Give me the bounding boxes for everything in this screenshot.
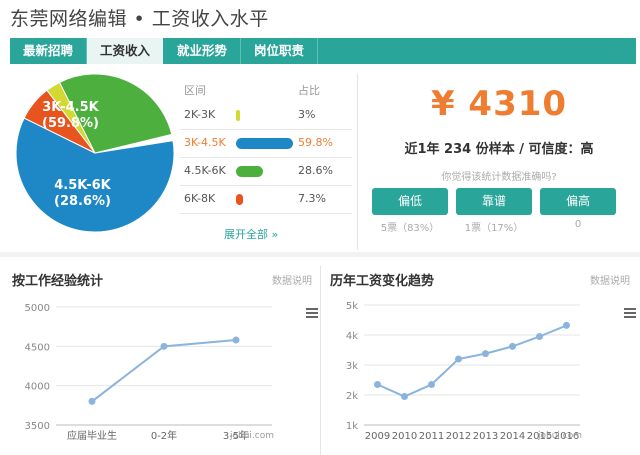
data-point <box>160 342 168 350</box>
share-value: 59.8% <box>298 136 333 149</box>
x-tick-label: 2014 <box>500 431 525 442</box>
data-point <box>374 381 381 388</box>
vote-low-button[interactable]: 偏低 <box>372 188 448 215</box>
expand-all-link[interactable]: 展开全部 » <box>224 226 278 242</box>
y-tick-label: 4500 <box>25 342 50 353</box>
dist-row-4.5k-6k: 4.5K-6K 28.6% <box>180 156 352 186</box>
dist-row-6k-8k: 6K-8K 7.3% <box>180 184 352 214</box>
vote-high-count: 0 <box>574 219 582 230</box>
range-label: 3K-4.5K <box>184 136 226 149</box>
data-point <box>482 350 489 358</box>
experience-line-chart: 3500400045005000应届毕业生 0-2年 3-5年jobui.com <box>25 303 274 442</box>
tab-employment[interactable]: 就业形势 <box>164 38 242 64</box>
dist-row-2k-3k: 2K-3K 3% <box>180 100 352 130</box>
data-point <box>428 381 435 388</box>
tab-salary[interactable]: 工资收入 <box>87 38 165 64</box>
sample-info: 近1年 234 份样本 / 可信度：高 <box>404 142 594 157</box>
range-label: 6K-8K <box>184 192 216 205</box>
vote-low-count: 5票（83%） <box>380 223 440 234</box>
share-value: 3% <box>298 108 316 121</box>
x-tick-label: 2011 <box>419 431 444 442</box>
share-bar <box>236 138 293 149</box>
dist-row-3k-4.5k: 3K-4.5K 59.8% <box>180 128 352 158</box>
pie-label-4.5k-6k: 4.5K-6K <box>54 178 111 193</box>
pie-label-3k-4.5k: 3K-4.5K <box>42 100 99 115</box>
share-bar <box>236 194 243 205</box>
trend-chart-title: 历年工资变化趋势 <box>330 274 435 289</box>
panel-divider <box>320 266 321 455</box>
tab-responsibilities[interactable]: 岗位职责 <box>241 38 319 64</box>
y-tick-label: 4k <box>346 331 358 342</box>
trend-data-note-link[interactable]: 数据说明 <box>590 272 630 287</box>
data-point <box>563 321 570 329</box>
share-bar <box>236 110 240 121</box>
x-tick-label: 2009 <box>365 431 390 442</box>
data-point <box>455 355 462 363</box>
share-bar <box>236 166 263 177</box>
x-tick-label: 2012 <box>446 431 471 442</box>
y-tick-label: 5000 <box>25 303 50 314</box>
experience-data-note-link[interactable]: 数据说明 <box>272 272 312 287</box>
x-tick-label: 2013 <box>473 431 498 442</box>
share-value: 28.6% <box>298 164 333 177</box>
x-tick-label: 应届毕业生 <box>67 429 117 442</box>
x-tick-label: 0-2年 <box>151 429 177 442</box>
y-tick-label: 5k <box>346 301 358 312</box>
data-point <box>401 393 408 400</box>
pie-label-4.5k-6k-pct: (28.6%) <box>54 194 111 209</box>
horizontal-divider <box>0 252 640 257</box>
share-value: 7.3% <box>298 192 326 205</box>
watermark: jobui.com <box>537 431 582 441</box>
range-label: 2K-3K <box>184 108 216 121</box>
vote-accurate-count: 1票（17%） <box>464 223 524 234</box>
salary-pie-chart: 3K-4.5K (59.8%) 4.5K-6K (28.6%) <box>14 72 176 234</box>
watermark: jobui.com <box>229 431 274 441</box>
y-tick-label: 4000 <box>25 382 50 393</box>
page-title: 东莞网络编辑 • 工资收入水平 <box>10 8 269 30</box>
range-label: 4.5K-6K <box>184 164 226 177</box>
y-tick-label: 3k <box>346 361 358 372</box>
pie-label-3k-4.5k-pct: (59.8%) <box>42 116 99 131</box>
x-tick-label: 2010 <box>392 431 417 442</box>
accuracy-question: 你觉得该统计数据准确吗? <box>441 172 557 183</box>
data-point <box>536 333 543 340</box>
trend-line-chart: 1k2k3k4k5k2009 2010 2011 2012 2013 2014 2015 20… <box>346 301 582 442</box>
y-tick-label: 2k <box>346 391 358 402</box>
experience-chart-title: 按工作经验统计 <box>12 274 104 289</box>
tab-bar: 最新招聘 工资收入 就业形势 岗位职责 <box>10 38 636 64</box>
vote-accurate-button[interactable]: 靠谱 <box>456 188 532 215</box>
y-tick-label: 1k <box>346 421 358 432</box>
share-column-header: 占比 <box>298 84 320 97</box>
range-column-header: 区间 <box>184 84 206 97</box>
data-point <box>509 342 516 350</box>
data-point <box>88 397 96 405</box>
average-salary: ¥ 4310 <box>430 84 568 124</box>
y-tick-label: 3500 <box>25 421 50 432</box>
tab-latest-jobs[interactable]: 最新招聘 <box>10 38 88 64</box>
data-point <box>232 336 240 344</box>
vote-high-button[interactable]: 偏高 <box>540 188 616 215</box>
